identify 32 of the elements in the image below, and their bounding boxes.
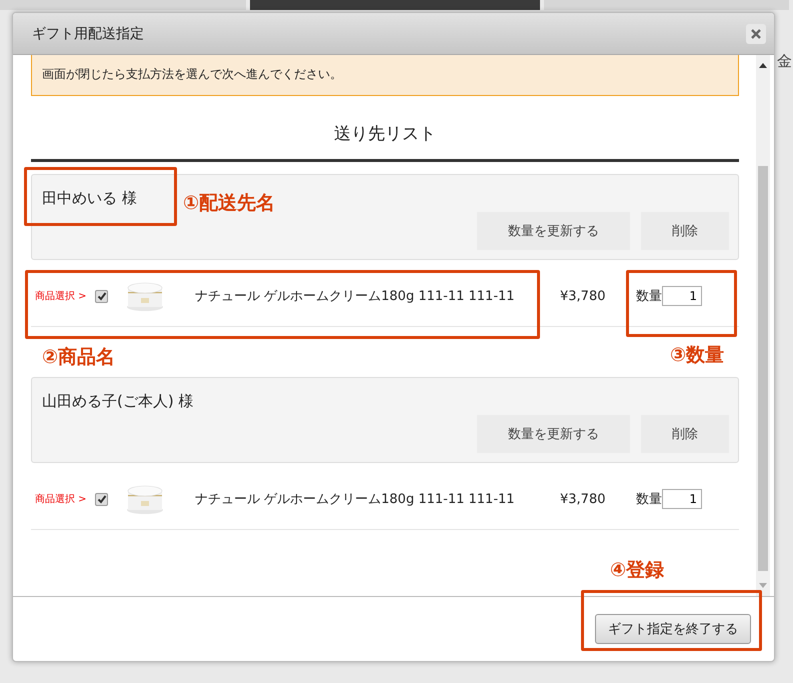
- recipient-button[interactable]: 数量を更新する: [477, 415, 630, 453]
- quantity-field[interactable]: 1: [662, 286, 702, 306]
- background-text: 金: [777, 52, 792, 71]
- recipient-name: 田中めいる 様: [42, 189, 137, 208]
- annotation-label: ②商品名: [42, 345, 116, 370]
- product-name: ナチュール ゲルホームクリーム180g 111-11 111-11: [195, 491, 516, 508]
- recipient-button[interactable]: 削除: [641, 415, 729, 453]
- price: ¥3,780: [560, 288, 606, 304]
- recipient-button[interactable]: 削除: [641, 212, 729, 250]
- section-heading: 送り先リスト: [31, 96, 739, 162]
- scrollbar-thumb[interactable]: [758, 166, 768, 570]
- scroll-up-icon[interactable]: [759, 63, 767, 68]
- quantity-label: 数量: [636, 491, 662, 508]
- product-name: ナチュール ゲルホームクリーム180g 111-11 111-11: [195, 288, 516, 305]
- finish-button[interactable]: ギフト指定を終了する: [595, 614, 751, 644]
- notice-text: 画面が閉じたら支払方法を選んで次へ進んでください。: [42, 67, 342, 81]
- window-title: ギフト用配送指定: [32, 24, 144, 42]
- close-button[interactable]: [746, 24, 766, 44]
- checkbox[interactable]: [95, 290, 108, 302]
- annotation-label: ①配送先名: [183, 191, 276, 216]
- price: ¥3,780: [560, 492, 606, 506]
- annotation-label: ④登録: [610, 558, 664, 583]
- recipient-name: 山田める子(ご本人) 様: [42, 392, 194, 411]
- select-link[interactable]: 商品選択 >: [35, 492, 95, 506]
- quantity-field[interactable]: 1: [662, 489, 702, 509]
- annotation-label: ③数量: [670, 343, 724, 368]
- quantity-label: 数量: [636, 288, 662, 305]
- close-icon: [751, 28, 761, 38]
- checkbox[interactable]: [95, 492, 108, 506]
- scrollbar[interactable]: [756, 55, 770, 596]
- select-link[interactable]: 商品選択 >: [35, 289, 95, 303]
- recipient-button[interactable]: 数量を更新する: [477, 212, 630, 250]
